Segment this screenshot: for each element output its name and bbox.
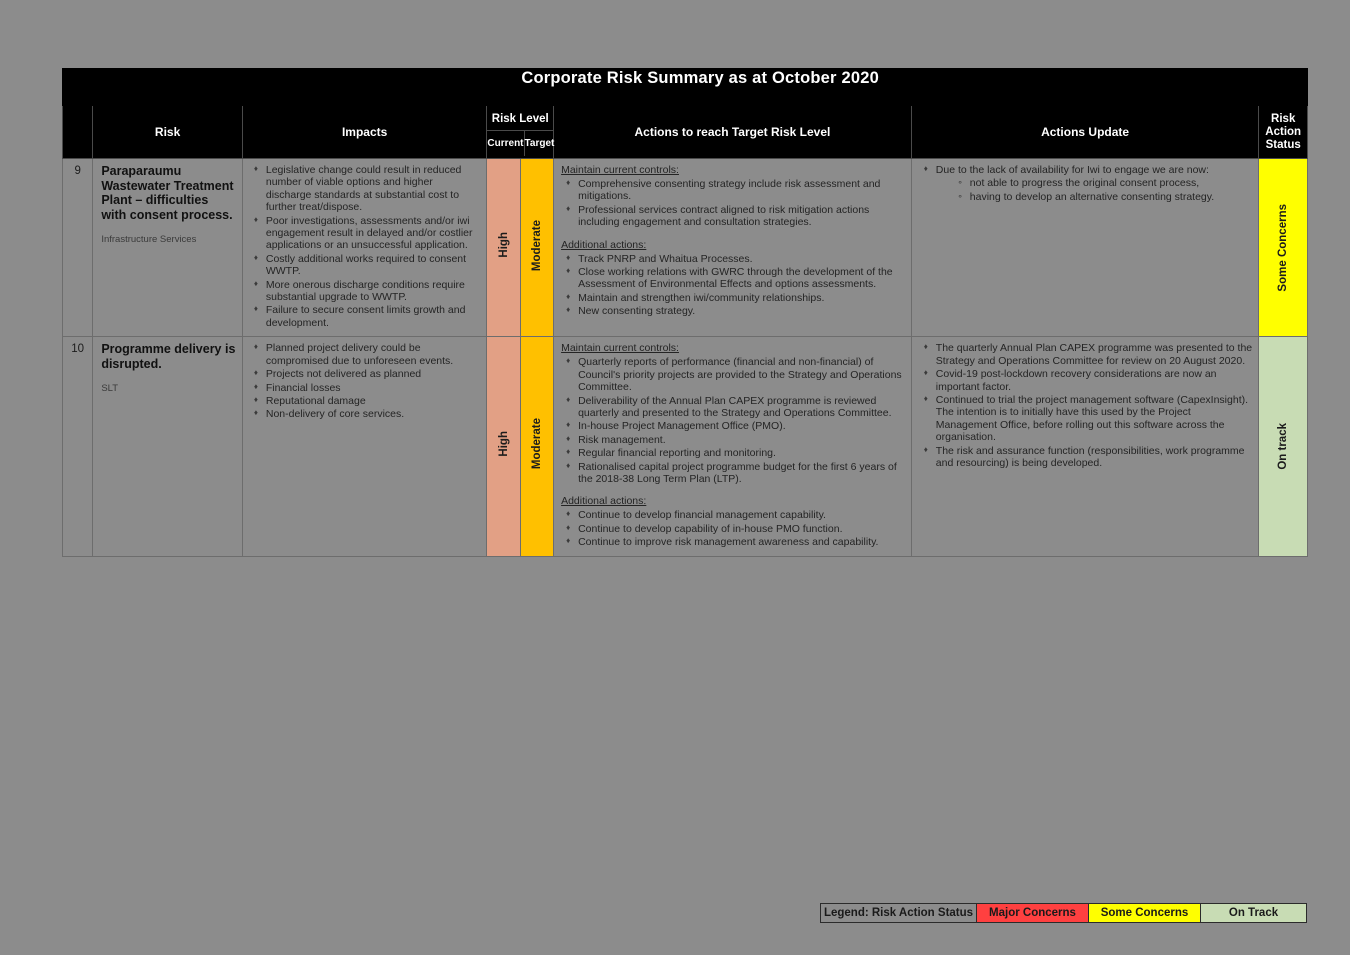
list-item: Projects not delivered as planned	[254, 367, 481, 380]
list-item: Continue to develop financial management…	[566, 508, 905, 521]
list-item: Reputational damage	[254, 394, 481, 407]
corporate-risk-summary-table: Corporate Risk Summary as at October 202…	[61, 68, 1308, 557]
list-item: Close working relations with GWRC throug…	[566, 265, 905, 291]
risk-action-status-cell: On track	[1258, 336, 1308, 557]
list-item: Maintain and strengthen iwi/community re…	[566, 291, 905, 304]
risk-level-target-value: Moderate	[530, 219, 543, 271]
list-item: Failure to secure consent limits growth …	[254, 303, 481, 329]
list-item: Quarterly reports of performance (financ…	[566, 355, 905, 393]
list-item: Deliverability of the Annual Plan CAPEX …	[566, 394, 905, 420]
legend-major-concerns: Major Concerns	[977, 904, 1089, 922]
risk-level-current-value: High	[497, 431, 510, 457]
list-item: More onerous discharge conditions requir…	[254, 278, 481, 304]
risk-level-current-cell: High	[486, 336, 521, 557]
impacts-list: Legislative change could result in reduc…	[249, 163, 481, 329]
actions-update-list: Due to the lack of availability for Iwi …	[919, 163, 1253, 204]
list-item: not able to progress the original consen…	[957, 177, 1253, 190]
list-item: New consenting strategy.	[566, 304, 905, 317]
header-actions: Actions to reach Target Risk Level	[553, 105, 912, 159]
risk-level-target-value: Moderate	[530, 418, 543, 470]
legend-on-track: On Track	[1201, 904, 1306, 922]
list-item: Track PNRP and Whaitua Processes.	[566, 252, 905, 265]
additional-actions-heading: Additional actions:	[561, 495, 647, 508]
column-header-row: Risk Impacts Risk Level Current Target A…	[61, 105, 1308, 159]
list-item: Continued to trial the project managemen…	[924, 393, 1253, 444]
page-canvas: Corporate Risk Summary as at October 202…	[0, 0, 1350, 955]
actions-update-cell: The quarterly Annual Plan CAPEX programm…	[910, 336, 1260, 557]
list-item: Risk management.	[566, 433, 905, 446]
header-actions-update: Actions Update	[910, 105, 1260, 159]
status-badge-label: On track	[1277, 423, 1290, 470]
impacts-cell: Legislative change could result in reduc…	[241, 157, 488, 338]
legend-some-concerns: Some Concerns	[1089, 904, 1201, 922]
maintain-controls-heading: Maintain current controls:	[561, 342, 679, 355]
table-row: 9 Paraparaumu Wastewater Treatment Plant…	[61, 157, 1308, 338]
impacts-list: Planned project delivery could be compro…	[249, 341, 481, 420]
risk-description-cell: Paraparaumu Wastewater Treatment Plant –…	[92, 157, 243, 338]
list-item: Comprehensive consenting strategy includ…	[566, 177, 905, 203]
header-impacts: Impacts	[241, 105, 488, 159]
actions-update-sublist: not able to progress the original consen…	[936, 177, 1253, 203]
actions-update-list: The quarterly Annual Plan CAPEX programm…	[919, 341, 1253, 470]
list-item: Rationalised capital project programme b…	[566, 460, 905, 486]
title-spacer	[61, 68, 94, 106]
risk-level-current-cell: High	[486, 157, 521, 338]
header-risk-level-label: Risk Level	[487, 108, 554, 131]
maintain-controls-heading: Maintain current controls:	[561, 164, 679, 176]
list-item: Continue to improve risk management awar…	[566, 535, 905, 548]
row-number: 9	[61, 157, 94, 338]
status-badge: Some Concerns	[1259, 204, 1307, 292]
risk-level-target-cell: Moderate	[519, 157, 555, 338]
row-number: 10	[61, 336, 94, 557]
risk-description-cell: Programme delivery is disrupted. SLT	[92, 336, 243, 557]
risk-owner: Infrastructure Services	[101, 234, 197, 245]
document-title-row: Corporate Risk Summary as at October 202…	[61, 68, 1308, 106]
header-risk-level: Risk Level Current Target	[486, 105, 555, 159]
risk-level-target-cell: Moderate	[519, 336, 555, 557]
additional-actions-heading: Additional actions:	[561, 238, 647, 251]
list-item: The risk and assurance function (respons…	[924, 444, 1253, 470]
list-item: having to develop an alternative consent…	[957, 191, 1253, 204]
maintain-controls-list: Comprehensive consenting strategy includ…	[561, 177, 905, 229]
risk-title: Programme delivery is disrupted.	[101, 342, 236, 371]
table-row: 10 Programme delivery is disrupted. SLT …	[61, 336, 1308, 557]
header-risk: Risk	[92, 105, 243, 159]
header-risk-level-current: Current	[487, 131, 525, 156]
impacts-cell: Planned project delivery could be compro…	[241, 336, 488, 557]
status-badge: On track	[1259, 423, 1307, 470]
list-item: Due to the lack of availability for Iwi …	[924, 163, 1253, 204]
header-number	[61, 105, 94, 159]
list-item-text: Due to the lack of availability for Iwi …	[935, 164, 1209, 176]
list-item: Professional services contract aligned t…	[566, 203, 905, 229]
list-item: In-house Project Management Office (PMO)…	[566, 419, 905, 432]
header-risk-action-status: Risk Action Status	[1258, 105, 1308, 159]
list-item: Covid-19 post-lockdown recovery consider…	[924, 367, 1253, 393]
risk-level-current-value: High	[497, 232, 510, 258]
legend: Legend: Risk Action Status Major Concern…	[820, 903, 1307, 923]
list-item: Continue to develop capability of in-hou…	[566, 522, 905, 535]
risk-action-status-cell: Some Concerns	[1258, 157, 1308, 338]
actions-update-cell: Due to the lack of availability for Iwi …	[910, 157, 1260, 338]
risk-owner: SLT	[101, 383, 119, 395]
list-item: Regular financial reporting and monitori…	[566, 446, 905, 459]
header-risk-level-target: Target	[524, 138, 555, 149]
risk-title: Paraparaumu Wastewater Treatment Plant –…	[101, 164, 234, 222]
list-item: Costly additional works required to cons…	[254, 252, 481, 278]
list-item: Planned project delivery could be compro…	[254, 341, 481, 367]
list-item: Legislative change could result in reduc…	[254, 163, 481, 214]
list-item: Non-delivery of core services.	[254, 407, 481, 420]
list-item: Poor investigations, assessments and/or …	[254, 214, 481, 252]
additional-actions-list: Continue to develop financial management…	[561, 508, 905, 548]
status-badge-label: Some Concerns	[1277, 203, 1290, 292]
page-title: Corporate Risk Summary as at October 202…	[92, 68, 1308, 106]
actions-cell: Maintain current controls: Comprehensive…	[553, 157, 912, 338]
legend-title: Legend: Risk Action Status	[821, 904, 977, 922]
actions-cell: Maintain current controls: Quarterly rep…	[553, 336, 912, 557]
additional-actions-list: Track PNRP and Whaitua Processes. Close …	[561, 252, 905, 318]
list-item: Financial losses	[254, 380, 481, 394]
maintain-controls-list: Quarterly reports of performance (financ…	[561, 355, 905, 486]
list-item: The quarterly Annual Plan CAPEX programm…	[924, 341, 1253, 367]
